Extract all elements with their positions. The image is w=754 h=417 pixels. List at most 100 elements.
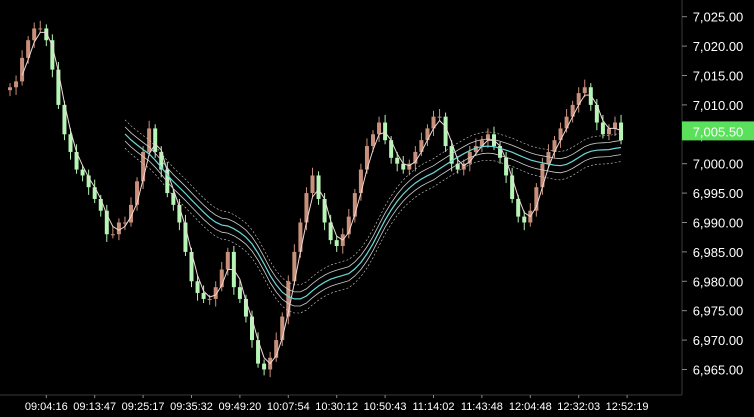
candle [316, 171, 321, 205]
candle-body [613, 122, 617, 129]
candle [50, 34, 55, 78]
candle [401, 156, 406, 174]
candle-body [98, 198, 103, 211]
candle [86, 169, 91, 195]
candle-body [110, 234, 115, 236]
y-tick-label: 6,965.00 [693, 362, 744, 377]
x-tick-label: 09:35:32 [170, 401, 213, 412]
x-tick-label: 09:49:20 [218, 401, 261, 412]
candle-body [310, 175, 315, 194]
y-axis-tick-labels: 7,025.007,020.007,015.007,010.007,005.00… [682, 10, 744, 377]
candle [292, 244, 297, 286]
candle [68, 128, 73, 160]
candle-body [201, 293, 206, 299]
x-tick-label: 12:04:48 [509, 401, 552, 412]
y-tick-label: 7,010.00 [693, 98, 744, 113]
candle [141, 146, 146, 189]
candle [334, 236, 339, 252]
last-price-label: 7,005.50 [693, 124, 744, 139]
x-tick-label: 12:32:03 [557, 401, 600, 412]
candle [479, 136, 484, 152]
candle [340, 228, 345, 254]
candle [383, 114, 388, 145]
x-axis-tick-labels: 09:04:16 09:13:47 09:25:17 09:35:32 09:49:20… [25, 395, 649, 413]
candle [62, 100, 67, 141]
candle [576, 87, 581, 113]
candle [38, 20, 43, 33]
last-price-marker: 7,005.50 [682, 121, 754, 141]
x-tick-label: 09:04:16 [25, 401, 68, 412]
y-tick-label: 6,995.00 [693, 186, 744, 201]
candle [92, 179, 97, 204]
candle [262, 359, 267, 376]
candle [534, 183, 539, 217]
x-tick-label: 12:52:19 [606, 401, 649, 412]
candle [14, 75, 19, 95]
candle-body [334, 240, 339, 247]
moving-average-bands [21, 31, 622, 365]
candle [516, 194, 521, 223]
candle-body [383, 122, 388, 141]
candle-body [600, 122, 605, 135]
candle-body [262, 363, 267, 370]
y-tick-label: 7,000.00 [693, 157, 744, 172]
candle-body [371, 134, 375, 147]
x-tick-label: 10:50:43 [364, 401, 407, 412]
candle [225, 247, 230, 276]
y-tick-label: 6,970.00 [693, 333, 744, 348]
candle [600, 114, 605, 139]
candle-body [237, 287, 242, 299]
candle [20, 50, 25, 86]
candle-body [80, 169, 85, 176]
fast-moving-average-line [21, 31, 622, 365]
candle-body [395, 157, 400, 164]
candle [129, 197, 133, 227]
y-tick-label: 7,020.00 [693, 39, 744, 54]
candle-body [316, 175, 321, 199]
candle [213, 281, 218, 307]
candle-body [20, 57, 25, 82]
candle-body [207, 298, 212, 300]
candle [558, 122, 563, 148]
candle-body [522, 216, 527, 223]
candle-body [32, 28, 37, 41]
x-tick-label: 10:07:54 [267, 401, 310, 412]
candle [256, 332, 261, 368]
x-tick-label: 09:13:47 [73, 401, 116, 412]
candle [485, 128, 490, 148]
y-tick-label: 7,025.00 [693, 10, 744, 25]
candle-body [8, 87, 12, 91]
candle [32, 22, 37, 48]
candle-body [38, 28, 43, 30]
candle [268, 351, 273, 378]
candle [243, 294, 248, 323]
candle [613, 116, 617, 137]
candle-body [582, 87, 587, 94]
candle [56, 61, 61, 110]
chart-canvas: 7,025.007,020.007,015.007,010.007,005.00… [0, 0, 754, 413]
y-tick-label: 6,975.00 [693, 304, 744, 319]
candle-body [50, 40, 55, 70]
y-tick-label: 6,980.00 [693, 274, 744, 289]
candle-body [195, 281, 200, 294]
candle [310, 167, 315, 198]
candle-body [606, 128, 611, 135]
candle-body [116, 222, 121, 235]
candle [437, 109, 442, 121]
candle-body [153, 128, 158, 152]
x-tick-label: 09:25:17 [122, 401, 165, 412]
candle-body [437, 116, 442, 118]
y-tick-label: 7,015.00 [693, 68, 744, 83]
y-tick-label: 6,985.00 [693, 245, 744, 260]
candle [250, 310, 254, 348]
candle [110, 226, 115, 239]
candle-body [225, 251, 230, 270]
candle-body [588, 87, 593, 105]
price-chart: 7,025.007,020.007,015.007,010.007,005.00… [0, 0, 754, 413]
x-tick-label: 11:14:02 [412, 401, 454, 412]
candle-body [14, 81, 19, 88]
candle [431, 110, 436, 137]
candle-body [56, 69, 61, 105]
candle-body [619, 122, 624, 141]
x-tick-label: 10:30:12 [315, 401, 358, 412]
